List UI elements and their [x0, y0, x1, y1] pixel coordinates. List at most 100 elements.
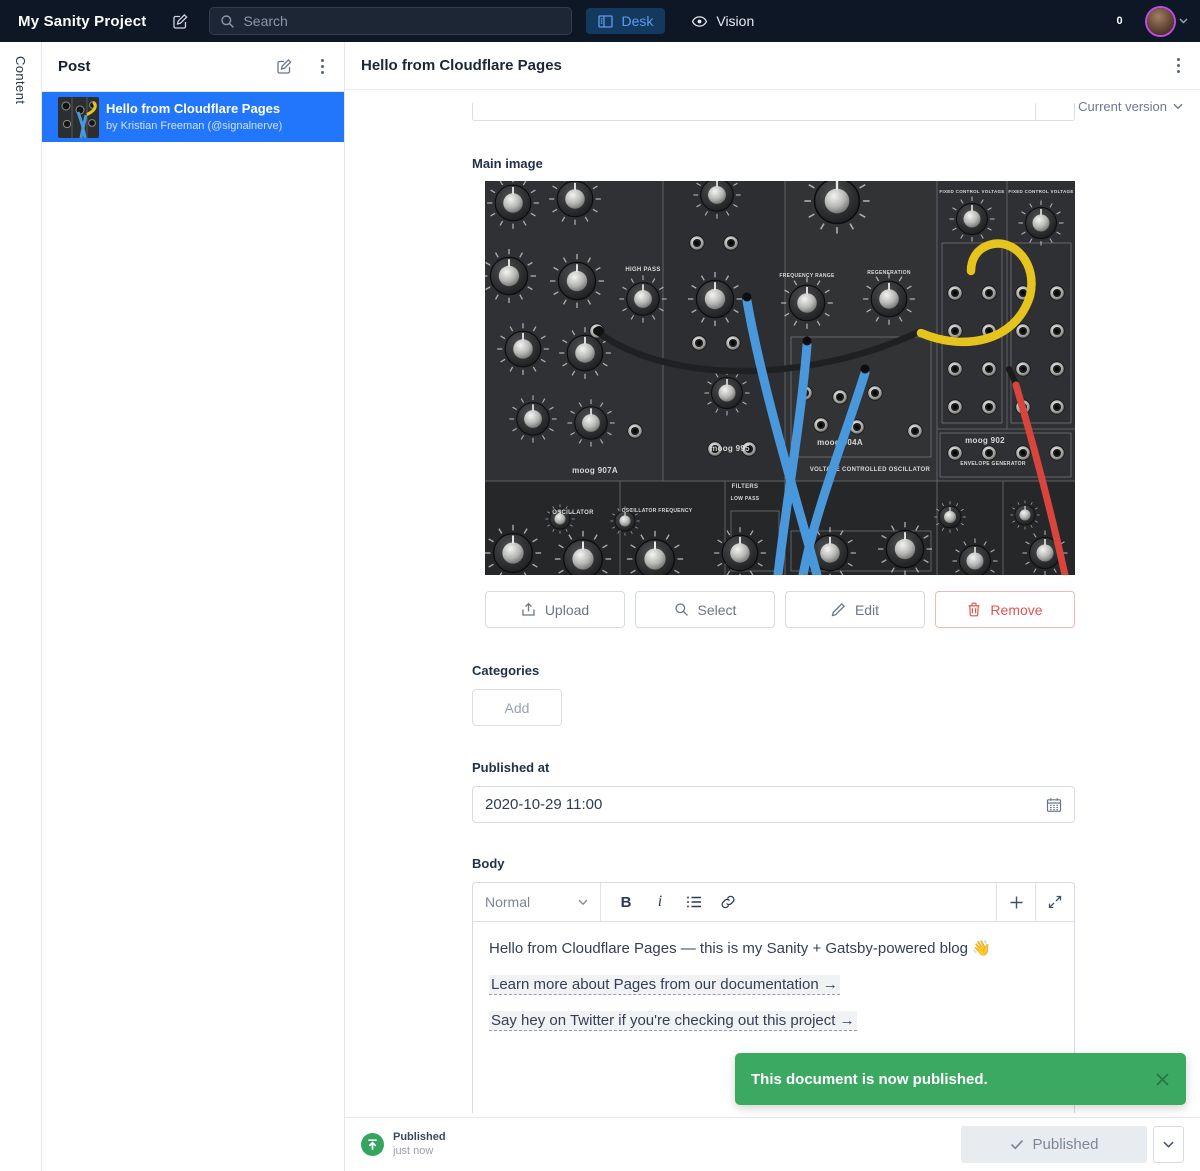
edit-label: Edit [855, 602, 879, 618]
publish-status-time: just now [393, 1145, 446, 1158]
tab-vision-label: Vision [716, 13, 754, 29]
add-label: Add [505, 700, 530, 716]
search-bar[interactable] [209, 7, 572, 35]
slug-field-cutoff[interactable] [472, 103, 1075, 121]
list-item-title: Hello from Cloudflare Pages [106, 101, 282, 117]
check-icon [1010, 1139, 1024, 1150]
publish-menu-button[interactable] [1153, 1126, 1184, 1163]
publish-status-chip[interactable]: Published just now [361, 1131, 446, 1158]
rail-tab-content[interactable]: Content [13, 56, 28, 104]
photo-label: ENVELOPE GENERATOR [960, 461, 1026, 467]
document-menu-button[interactable] [1173, 54, 1184, 77]
document-title: Hello from Cloudflare Pages [361, 57, 562, 74]
search-input[interactable] [243, 13, 561, 29]
list-item-subtitle: by Kristian Freeman (@signalnerve) [106, 119, 282, 133]
upload-icon [521, 602, 536, 617]
list-item[interactable]: Hello from Cloudflare Pages by Kristian … [42, 92, 344, 142]
style-select[interactable]: Normal [473, 883, 601, 921]
published-arrow-icon [361, 1133, 384, 1156]
tab-desk[interactable]: Desk [586, 8, 665, 34]
body-label: Body [472, 856, 1075, 871]
edit-button[interactable]: Edit [785, 591, 925, 628]
search-icon [674, 602, 689, 617]
select-button[interactable]: Select [635, 591, 775, 628]
remove-label: Remove [990, 602, 1042, 618]
photo-label: FIXED CONTROL VOLTAGE [939, 189, 1004, 194]
topbar-right: 0 [1108, 8, 1188, 35]
content-rail: Content [0, 42, 42, 1171]
close-icon[interactable] [1155, 1072, 1170, 1087]
photo-label: OSCILLATOR FREQUENCY [622, 508, 693, 514]
photo-label: REGENERATION [867, 270, 911, 276]
published-at-field [472, 786, 1075, 823]
synthesizer-photo: HIGH PASS FREQUENCY RANGE REGENERATION m… [485, 181, 1075, 575]
compose-icon [172, 13, 189, 30]
list-pane-menu-button[interactable] [317, 55, 328, 78]
italic-button[interactable]: i [643, 883, 677, 922]
main-image-label: Main image [472, 156, 1075, 171]
body-link-twitter[interactable]: Say hey on Twitter if you're checking ou… [489, 1011, 857, 1031]
document-pane: Hello from Cloudflare Pages Current vers… [345, 42, 1200, 1171]
select-label: Select [698, 602, 737, 618]
photo-label: FIXED CONTROL VOLTAGE [1008, 189, 1073, 194]
compose-icon [276, 58, 293, 75]
published-at-input[interactable] [485, 796, 1046, 813]
chevron-down-icon [1173, 103, 1183, 110]
upload-button[interactable]: Upload [485, 591, 625, 628]
tab-vision[interactable]: Vision [679, 8, 766, 34]
link-button[interactable] [711, 883, 745, 922]
desk-icon [598, 14, 613, 29]
main-image-photo[interactable]: HIGH PASS FREQUENCY RANGE REGENERATION m… [485, 181, 1075, 575]
avatar[interactable] [1147, 8, 1174, 35]
top-bar: My Sanity Project Desk [0, 0, 1200, 42]
fullscreen-button[interactable] [1035, 883, 1074, 921]
upload-label: Upload [545, 602, 589, 618]
calendar-icon[interactable] [1046, 797, 1062, 813]
search-icon [220, 14, 235, 29]
image-actions: Upload Select Edit [485, 591, 1075, 628]
chevron-down-icon [578, 899, 588, 906]
insert-block-button[interactable] [996, 883, 1035, 921]
publish-button-label: Published [1033, 1136, 1099, 1153]
remove-button[interactable]: Remove [935, 591, 1075, 628]
notification-badge[interactable]: 0 [1108, 10, 1131, 33]
photo-label: moog 907A [572, 466, 618, 475]
create-post-button[interactable] [276, 58, 293, 75]
project-title: My Sanity Project [18, 13, 146, 30]
list-pane-header: Post [42, 42, 344, 92]
add-category-button[interactable]: Add [472, 689, 562, 726]
list-pane-title: Post [58, 58, 91, 75]
photo-label: FILTERS [732, 484, 759, 490]
editor-toolbar: Normal B i [473, 883, 1074, 922]
tab-desk-label: Desk [621, 13, 653, 29]
bullet-list-button[interactable] [677, 883, 711, 922]
bold-button[interactable]: B [609, 883, 643, 922]
new-document-button[interactable] [172, 13, 189, 30]
document-body: Current version Main image [345, 90, 1200, 1117]
document-footer: Published just now Published [345, 1117, 1200, 1171]
photo-label: moog 995 [710, 444, 750, 453]
eye-icon [691, 14, 708, 29]
version-selector[interactable]: Current version [1078, 99, 1183, 114]
editor-content[interactable]: Hello from Cloudflare Pages — this is my… [473, 922, 1074, 1064]
published-at-label: Published at [472, 760, 1075, 775]
document-header: Hello from Cloudflare Pages [345, 42, 1200, 90]
toast-message: This document is now published. [751, 1071, 988, 1088]
publish-toast: This document is now published. [735, 1053, 1186, 1105]
body-paragraph: Hello from Cloudflare Pages — this is my… [489, 939, 1058, 959]
categories-label: Categories [472, 663, 1075, 678]
chevron-down-icon[interactable] [1179, 18, 1188, 24]
photo-label: OSCILLATOR [552, 510, 594, 516]
publish-button[interactable]: Published [961, 1126, 1147, 1163]
photo-label: HIGH PASS [625, 267, 660, 273]
publish-status-title: Published [393, 1131, 446, 1144]
style-select-value: Normal [485, 894, 530, 910]
list-item-thumbnail [58, 97, 99, 138]
body-link-documentation[interactable]: Learn more about Pages from our document… [489, 975, 840, 995]
pencil-icon [831, 602, 846, 617]
photo-label: moog 902 [965, 436, 1005, 445]
document-form: Main image [472, 90, 1075, 1113]
photo-label: FREQUENCY RANGE [779, 273, 835, 279]
trash-icon [967, 602, 981, 617]
version-label: Current version [1078, 99, 1167, 114]
